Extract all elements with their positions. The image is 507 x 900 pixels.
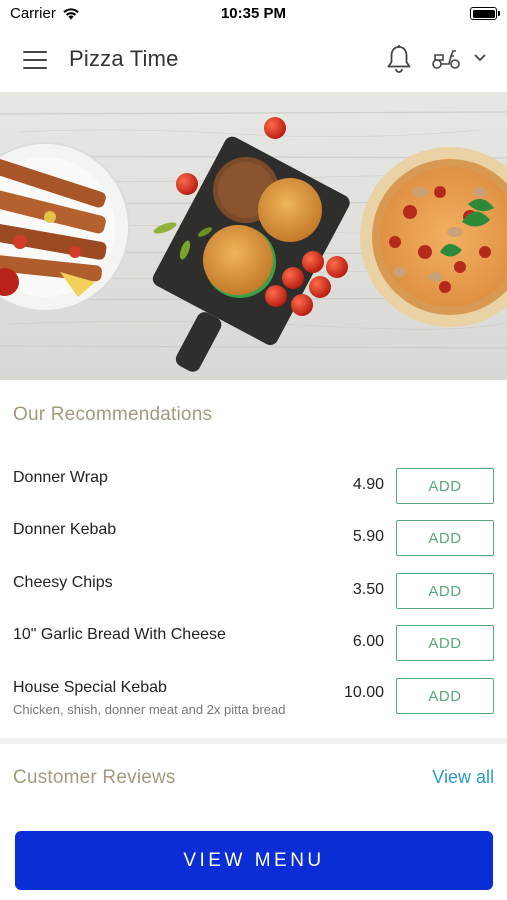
add-button[interactable]: ADD bbox=[396, 625, 494, 661]
menu-icon[interactable] bbox=[23, 51, 47, 69]
list-item: Cheesy Chips 3.50 ADD bbox=[0, 560, 507, 612]
item-name: 10" Garlic Bread With Cheese bbox=[13, 626, 226, 643]
app-header: Pizza Time bbox=[0, 28, 507, 92]
item-price: 3.50 bbox=[352, 581, 384, 598]
add-button[interactable]: ADD bbox=[396, 520, 494, 556]
page-title: Pizza Time bbox=[69, 46, 179, 71]
recommendations-title: Our Recommendations bbox=[13, 404, 213, 425]
list-item: Donner Kebab 5.90 ADD bbox=[0, 507, 507, 559]
item-name: Donner Wrap bbox=[13, 469, 108, 486]
status-bar: Carrier 10:35 PM bbox=[0, 0, 507, 28]
reviews-title: Customer Reviews bbox=[13, 767, 176, 788]
item-price: 10.00 bbox=[343, 684, 384, 701]
add-button[interactable]: ADD bbox=[396, 678, 494, 714]
view-all-link[interactable]: View all bbox=[432, 767, 494, 788]
item-description: Chicken, shish, donner meat and 2x pitta… bbox=[13, 702, 286, 717]
add-button[interactable]: ADD bbox=[396, 573, 494, 609]
item-price: 4.90 bbox=[352, 476, 384, 493]
chevron-down-icon[interactable] bbox=[473, 53, 487, 63]
item-price: 5.90 bbox=[352, 528, 384, 545]
status-time: 10:35 PM bbox=[220, 5, 287, 22]
section-divider bbox=[0, 738, 507, 744]
bell-icon[interactable] bbox=[385, 44, 413, 74]
list-item: 10" Garlic Bread With Cheese 6.00 ADD bbox=[0, 612, 507, 664]
hero-food-image bbox=[0, 92, 507, 380]
item-name: House Special Kebab bbox=[13, 679, 167, 696]
battery-icon bbox=[470, 7, 500, 20]
item-name: Cheesy Chips bbox=[13, 574, 113, 591]
view-menu-button[interactable]: VIEW MENU bbox=[15, 831, 493, 890]
item-name: Donner Kebab bbox=[13, 521, 117, 538]
add-button[interactable]: ADD bbox=[396, 468, 494, 504]
list-item: Donner Wrap 4.90 ADD bbox=[0, 455, 507, 507]
scooter-icon[interactable] bbox=[431, 47, 461, 71]
item-price: 6.00 bbox=[352, 633, 384, 650]
